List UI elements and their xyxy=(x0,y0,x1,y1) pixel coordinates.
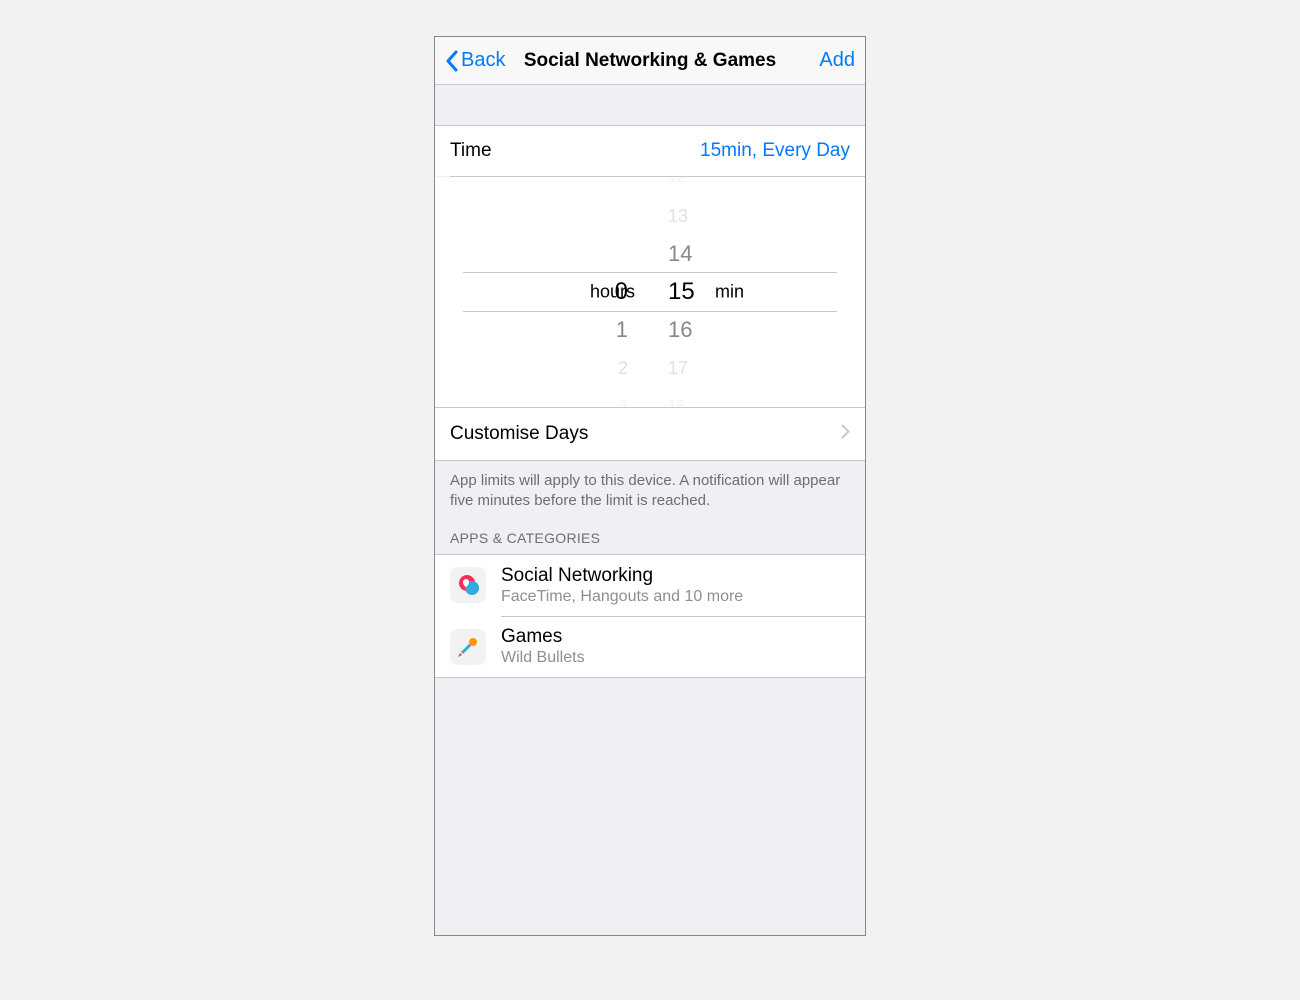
app-name: Games xyxy=(501,626,585,648)
app-subtitle: Wild Bullets xyxy=(501,649,585,667)
app-name: Social Networking xyxy=(501,565,743,587)
picker-min-opt: 13 xyxy=(650,197,760,235)
spacer xyxy=(435,85,865,125)
min-unit-label: min xyxy=(715,281,744,302)
navbar: Back Social Networking & Games Add xyxy=(435,37,865,85)
hours-unit-label: hours xyxy=(590,281,635,302)
app-row-social[interactable]: Social Networking FaceTime, Hangouts and… xyxy=(435,555,865,616)
picker-min-opt: 18 xyxy=(650,387,760,407)
add-button[interactable]: Add xyxy=(819,49,855,72)
picker-min-opt: 12 xyxy=(650,177,760,197)
time-picker[interactable]: 0 1 2 3 12 13 14 15 16 17 18 hours min xyxy=(435,177,865,407)
picker-min-opt: 16 xyxy=(650,311,760,349)
picker-hours-opt: 2 xyxy=(540,349,650,387)
picker-min-opt: 14 xyxy=(650,235,760,273)
device-frame: Back Social Networking & Games Add Time … xyxy=(434,36,866,936)
back-button[interactable]: Back xyxy=(445,49,505,72)
games-icon xyxy=(450,629,486,665)
apps-list: Social Networking FaceTime, Hangouts and… xyxy=(435,554,865,679)
app-row-games[interactable]: Games Wild Bullets xyxy=(435,616,865,677)
chevron-right-icon xyxy=(841,424,850,444)
customise-days-label: Customise Days xyxy=(450,423,588,445)
page-title: Social Networking & Games xyxy=(524,50,776,72)
footer-text: App limits will apply to this device. A … xyxy=(435,461,865,530)
social-networking-icon xyxy=(450,567,486,603)
chevron-left-icon xyxy=(445,50,458,72)
picker-min-opt: 17 xyxy=(650,349,760,387)
app-subtitle: FaceTime, Hangouts and 10 more xyxy=(501,588,743,606)
picker-hours-opt: 3 xyxy=(540,387,650,407)
time-value: 15min, Every Day xyxy=(700,140,850,162)
apps-section-header: APPS & CATEGORIES xyxy=(435,530,865,554)
time-label: Time xyxy=(450,140,492,162)
time-row[interactable]: Time 15min, Every Day xyxy=(435,125,865,176)
customise-days-row[interactable]: Customise Days xyxy=(435,407,865,461)
back-label: Back xyxy=(461,49,505,72)
picker-hours-opt: 1 xyxy=(540,311,650,349)
